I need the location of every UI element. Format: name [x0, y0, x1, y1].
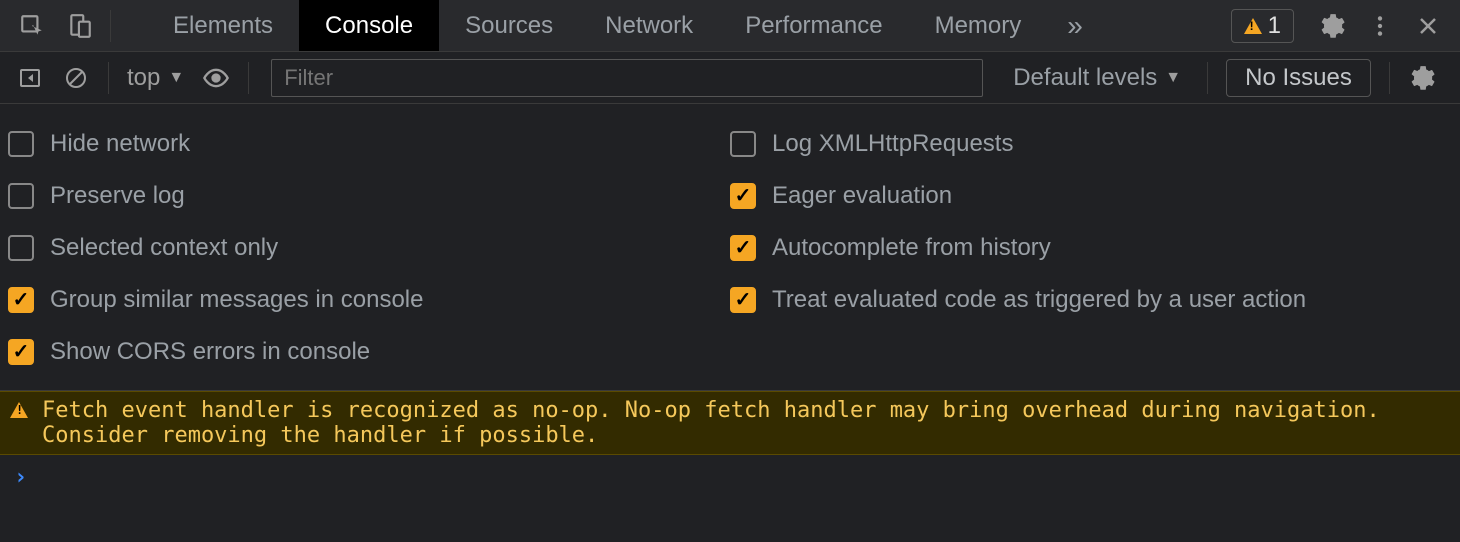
tab-label: Console — [325, 12, 413, 40]
setting-user-action[interactable]: Treat evaluated code as triggered by a u… — [730, 274, 1452, 326]
tab-label: Elements — [173, 12, 273, 40]
context-label: top — [127, 64, 160, 92]
setting-show-cors[interactable]: Show CORS errors in console — [8, 326, 730, 378]
setting-label: Autocomplete from history — [772, 234, 1051, 262]
issues-label: No Issues — [1245, 64, 1352, 91]
console-toolbar: top ▼ Default levels ▼ No Issues — [0, 52, 1460, 104]
chevron-down-icon: ▼ — [1165, 69, 1181, 87]
tab-label: Sources — [465, 12, 553, 40]
setting-preserve-log[interactable]: Preserve log — [8, 170, 730, 222]
tabs-overflow-icon[interactable]: » — [1047, 0, 1103, 51]
inspect-element-icon[interactable] — [8, 0, 56, 52]
separator — [248, 62, 249, 94]
prompt-chevron-icon: › — [14, 465, 27, 490]
tab-label: Performance — [745, 12, 882, 40]
separator — [110, 10, 111, 42]
checkbox[interactable] — [8, 131, 34, 157]
checkbox[interactable] — [8, 287, 34, 313]
setting-group-similar[interactable]: Group similar messages in console — [8, 274, 730, 326]
tab-console[interactable]: Console — [299, 0, 439, 51]
tab-performance[interactable]: Performance — [719, 0, 908, 51]
setting-autocomplete-history[interactable]: Autocomplete from history — [730, 222, 1452, 274]
console-settings-panel: Hide network Preserve log Selected conte… — [0, 104, 1460, 391]
setting-label: Selected context only — [50, 234, 278, 262]
setting-eager-eval[interactable]: Eager evaluation — [730, 170, 1452, 222]
checkbox[interactable] — [8, 235, 34, 261]
clear-console-icon[interactable] — [56, 58, 96, 98]
console-settings-gear-icon[interactable] — [1402, 58, 1442, 98]
setting-log-xhr[interactable]: Log XMLHttpRequests — [730, 118, 1452, 170]
setting-selected-context[interactable]: Selected context only — [8, 222, 730, 274]
setting-label: Preserve log — [50, 182, 185, 210]
setting-label: Group similar messages in console — [50, 286, 424, 314]
close-icon[interactable] — [1404, 0, 1452, 52]
separator — [1389, 62, 1390, 94]
setting-hide-network[interactable]: Hide network — [8, 118, 730, 170]
checkbox[interactable] — [8, 183, 34, 209]
issues-button[interactable]: No Issues — [1226, 59, 1371, 97]
checkbox[interactable] — [730, 183, 756, 209]
settings-gear-icon[interactable] — [1308, 0, 1356, 52]
more-menu-icon[interactable] — [1356, 0, 1404, 52]
tab-network[interactable]: Network — [579, 0, 719, 51]
tab-sources[interactable]: Sources — [439, 0, 579, 51]
tab-memory[interactable]: Memory — [909, 0, 1048, 51]
levels-label: Default levels — [1013, 64, 1157, 92]
chevron-down-icon: ▼ — [168, 69, 184, 87]
log-levels-selector[interactable]: Default levels ▼ — [999, 64, 1195, 92]
context-selector[interactable]: top ▼ — [121, 64, 190, 92]
setting-label: Treat evaluated code as triggered by a u… — [772, 286, 1306, 314]
filter-input[interactable] — [271, 59, 983, 97]
warning-icon — [1244, 18, 1262, 34]
settings-column-left: Hide network Preserve log Selected conte… — [8, 118, 730, 378]
setting-label: Log XMLHttpRequests — [772, 130, 1013, 158]
console-prompt[interactable]: › — [0, 455, 1460, 500]
warnings-counter[interactable]: 1 — [1231, 9, 1294, 43]
warning-text: Fetch event handler is recognized as no-… — [42, 398, 1450, 448]
checkbox[interactable] — [730, 131, 756, 157]
device-toolbar-icon[interactable] — [56, 0, 104, 52]
tabs-list: Elements Console Sources Network Perform… — [147, 0, 1103, 51]
tab-elements[interactable]: Elements — [147, 0, 299, 51]
devtools-tabs-bar: Elements Console Sources Network Perform… — [0, 0, 1460, 52]
setting-label: Show CORS errors in console — [50, 338, 370, 366]
checkbox[interactable] — [8, 339, 34, 365]
checkbox[interactable] — [730, 235, 756, 261]
separator — [1207, 62, 1208, 94]
tab-label: Network — [605, 12, 693, 40]
separator — [108, 62, 109, 94]
setting-label: Hide network — [50, 130, 190, 158]
warning-count: 1 — [1268, 12, 1281, 40]
live-expression-icon[interactable] — [196, 58, 236, 98]
warning-icon — [10, 402, 28, 418]
toggle-sidebar-icon[interactable] — [10, 58, 50, 98]
setting-label: Eager evaluation — [772, 182, 952, 210]
console-warning-message[interactable]: Fetch event handler is recognized as no-… — [0, 391, 1460, 455]
tab-label: Memory — [935, 12, 1022, 40]
checkbox[interactable] — [730, 287, 756, 313]
settings-column-right: Log XMLHttpRequests Eager evaluation Aut… — [730, 118, 1452, 378]
